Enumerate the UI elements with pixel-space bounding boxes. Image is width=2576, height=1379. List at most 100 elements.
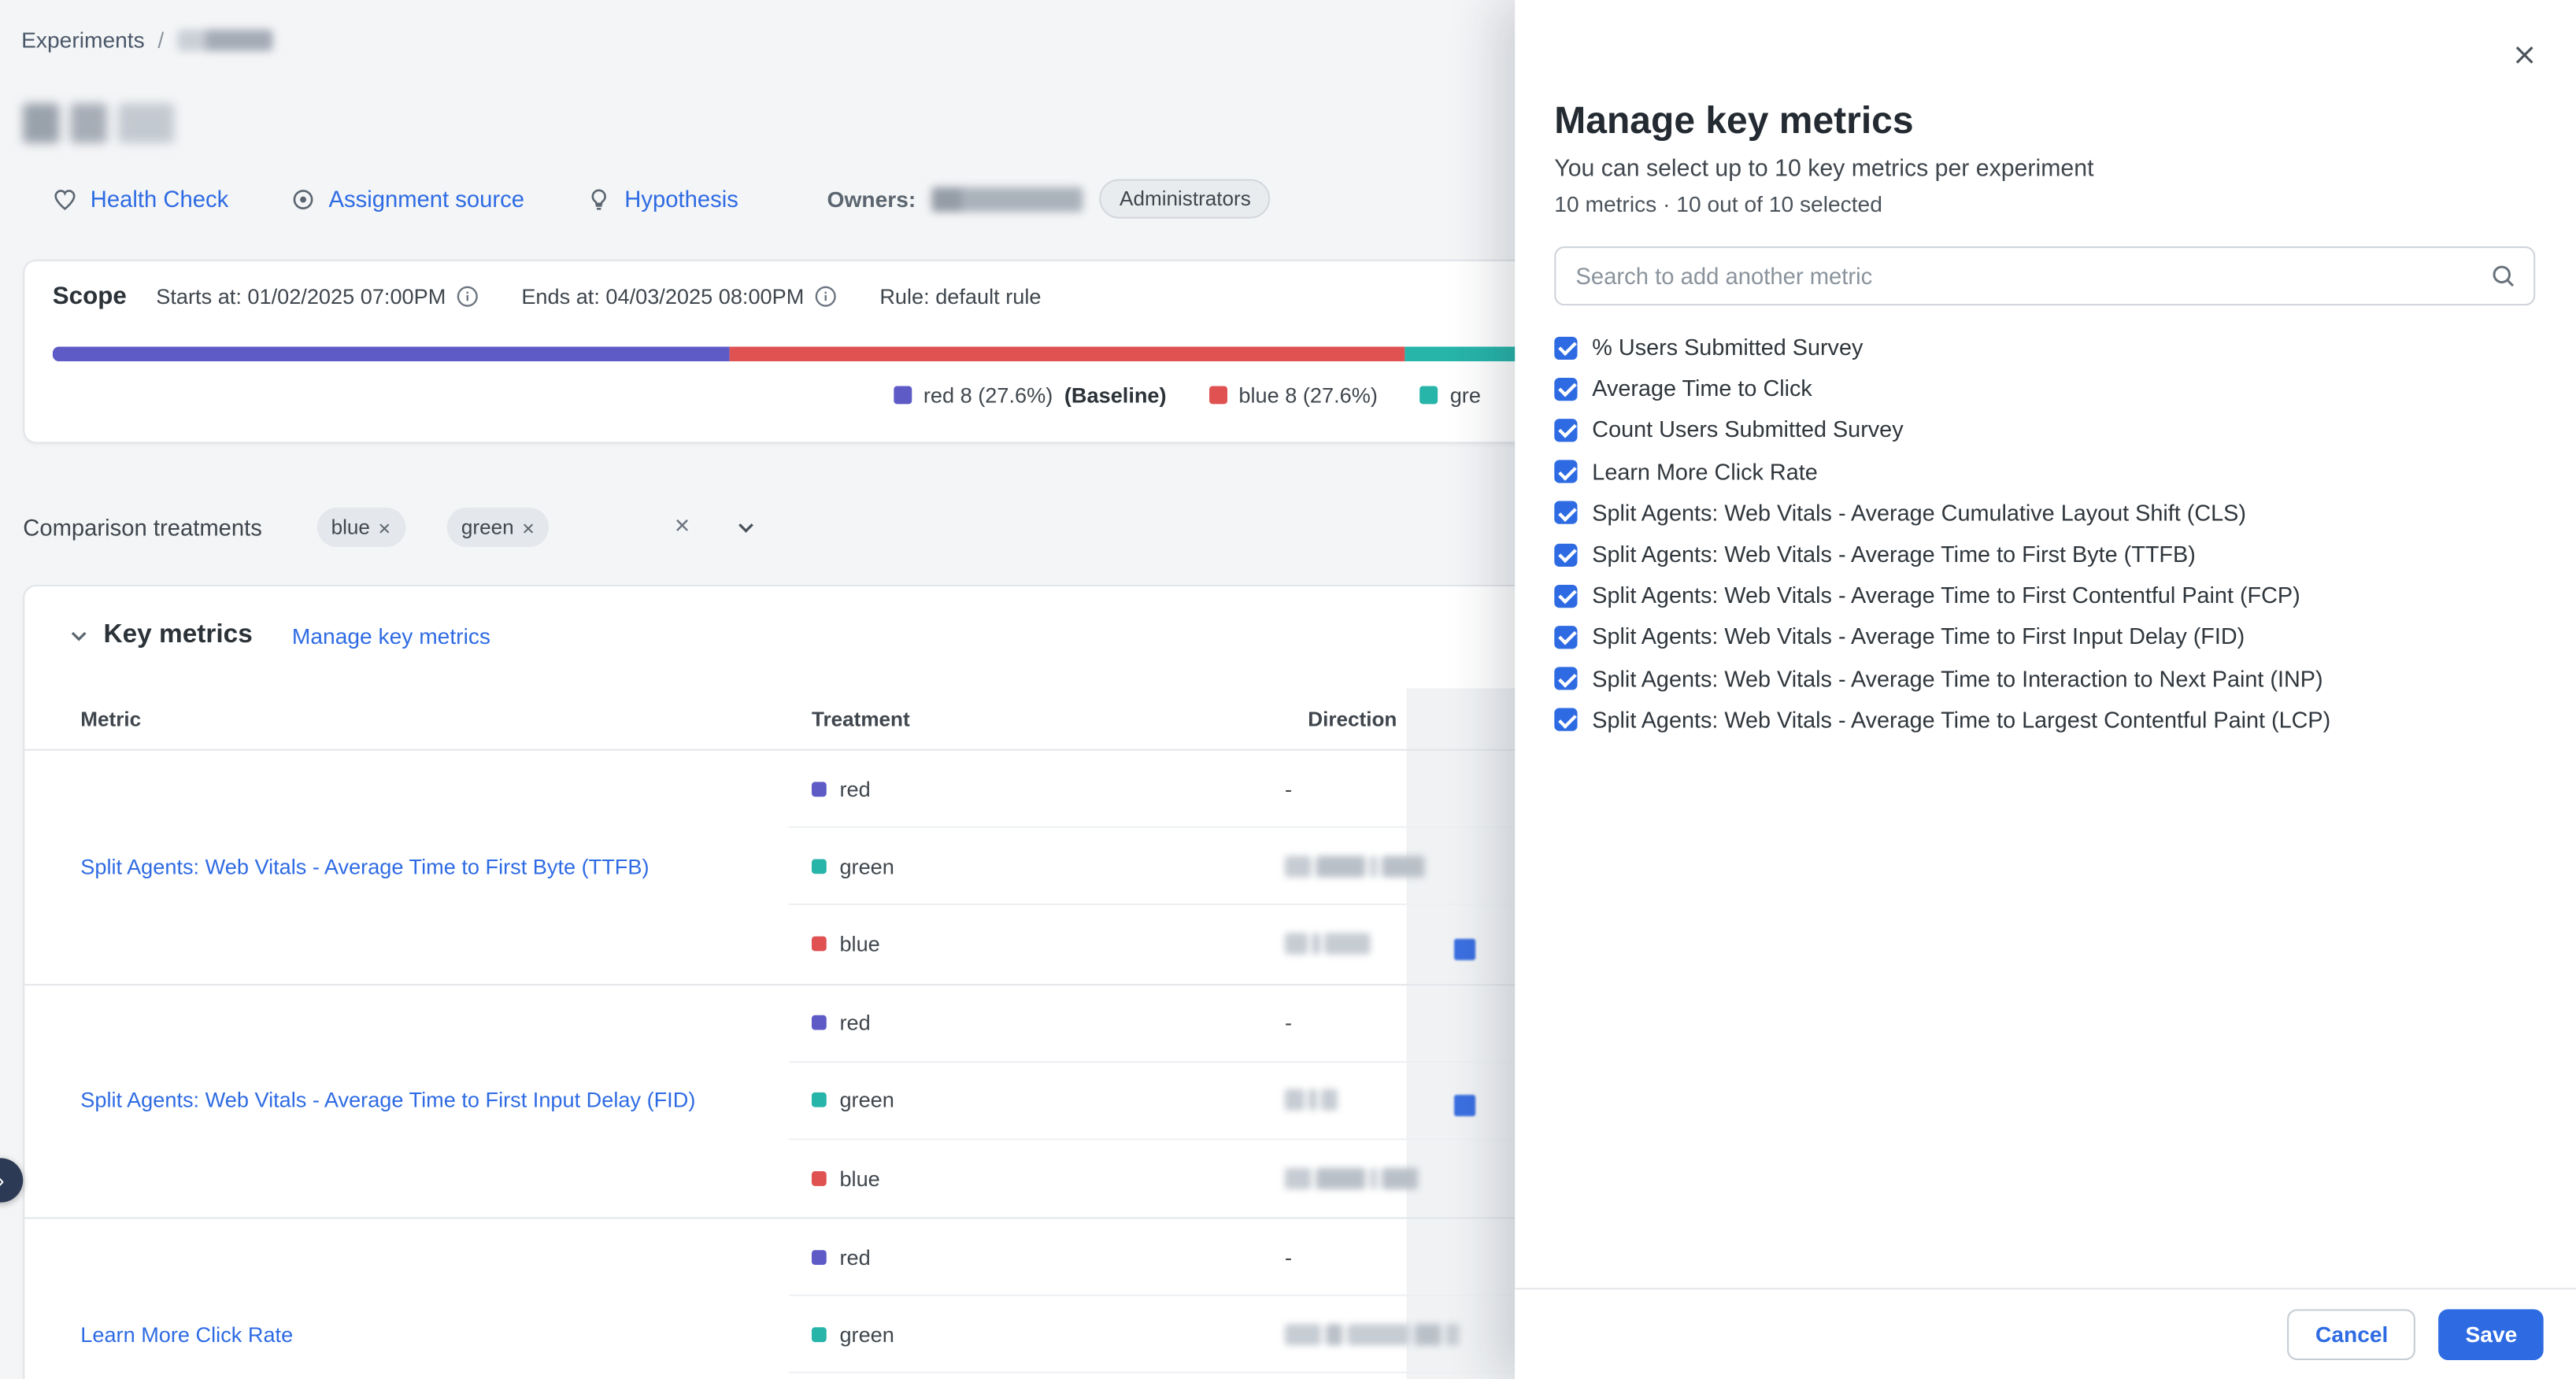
metric-label: % Users Submitted Survey [1592,335,1863,360]
metric-checkbox-item[interactable]: Split Agents: Web Vitals - Average Time … [1554,658,2535,700]
legend-swatch [1209,386,1227,404]
treatment-cell: blue [789,1166,1262,1191]
treatment-bar-segment-red [53,346,730,361]
redacted-block [1313,934,1319,955]
panel-selected-count: 10 metrics · 10 out of 10 selected [1554,192,1882,216]
metric-checkbox-item[interactable]: Split Agents: Web Vitals - Average Cumul… [1554,493,2535,534]
assignment-source-label: Assignment source [328,186,524,212]
metric-checkbox-item[interactable]: Split Agents: Web Vitals - Average Time … [1554,575,2535,617]
checkbox-checked-icon[interactable] [1554,378,1577,401]
collapse-chevron-icon[interactable] [68,624,91,647]
close-icon[interactable] [2509,39,2541,71]
clear-selection-icon[interactable]: × [675,514,690,540]
breadcrumb-experiments-link[interactable]: Experiments [21,28,145,52]
metric-link[interactable]: Split Agents: Web Vitals - Average Time … [80,1086,695,1115]
treatment-name: blue [839,932,879,956]
target-icon [291,187,315,211]
experiment-nav: Health Check Assignment source Hypothesi… [53,177,1271,220]
checkbox-checked-icon[interactable] [1554,626,1577,649]
metric-checkbox-item[interactable]: Split Agents: Web Vitals - Average Time … [1554,616,2535,658]
legend-swatch [1420,386,1438,404]
redacted-value [1285,855,1424,878]
owners-section: Owners: Administrators [827,179,1271,218]
checkbox-checked-icon[interactable] [1554,419,1577,442]
metric-checkbox-item[interactable]: Split Agents: Web Vitals - Average Time … [1554,534,2535,575]
breadcrumb-separator: / [157,28,164,52]
redacted-block [1446,1324,1460,1345]
metric-label: Split Agents: Web Vitals - Average Time … [1592,583,2300,608]
metric-label: Split Agents: Web Vitals - Average Time … [1592,625,2245,649]
hypothesis-link[interactable]: Hypothesis [587,186,738,212]
redacted-value [1285,1089,1338,1111]
chip-remove-icon[interactable]: × [378,516,390,538]
checkbox-checked-icon[interactable] [1554,584,1577,607]
assignment-source-link[interactable]: Assignment source [291,186,524,212]
metric-checkbox-item[interactable]: Count Users Submitted Survey [1554,409,2535,451]
metric-checkbox-item[interactable]: Average Time to Click [1554,368,2535,410]
treatment-cell: green [789,1322,1262,1347]
panel-subtitle: You can select up to 10 key metrics per … [1554,156,2093,182]
treatment-chip-blue[interactable]: blue× [316,508,405,547]
treatment-cell: green [789,1088,1262,1112]
metric-label: Split Agents: Web Vitals - Average Time … [1592,666,2322,690]
metric-cell: Split Agents: Web Vitals - Average Time … [24,751,788,983]
redacted-page-title [23,103,174,142]
metric-cell: Split Agents: Web Vitals - Average Time … [24,985,788,1217]
redacted-block [118,103,174,142]
metric-checkbox-item[interactable]: Split Agents: Web Vitals - Average Time … [1554,699,2535,741]
redacted-value [1285,1323,1459,1346]
metric-search-box [1554,246,2535,305]
scope-title: Scope [53,283,127,310]
treatment-name: red [839,1244,870,1269]
treatment-name: green [839,1322,894,1347]
treatment-cell: red [789,776,1262,800]
health-check-link[interactable]: Health Check [53,186,228,212]
treatment-color-dot [812,1092,827,1107]
lightbulb-icon [587,187,611,211]
info-icon[interactable] [816,286,837,307]
legend-item: blue 8 (27.6%) [1209,383,1378,407]
metric-label: Average Time to Click [1592,377,1812,401]
treatment-color-dot [812,937,827,952]
legend-label: blue 8 (27.6%) [1238,383,1377,407]
redacted-owner-name [932,187,1083,211]
redacted-block [1382,856,1424,877]
redacted-block [1382,1168,1418,1189]
hypothesis-label: Hypothesis [624,186,738,212]
redacted-block [1285,1324,1321,1345]
treatment-color-dot [812,859,827,874]
metric-checkbox-item[interactable]: % Users Submitted Survey [1554,327,2535,368]
checkbox-checked-icon[interactable] [1554,543,1577,566]
metric-search-input[interactable] [1554,246,2535,305]
comparison-chips: blue× green× [300,508,550,547]
chip-remove-icon[interactable]: × [522,516,535,538]
checkbox-checked-icon[interactable] [1554,460,1577,483]
checkbox-checked-icon[interactable] [1554,708,1577,731]
metric-link[interactable]: Split Agents: Web Vitals - Average Time … [80,852,649,882]
metric-label: Split Agents: Web Vitals - Average Cumul… [1592,501,2246,525]
redacted-value [1285,1167,1418,1190]
legend-label: red 8 (27.6%) [923,383,1053,407]
comparison-treatments-select[interactable]: blue× green× × [300,499,776,555]
metric-checkbox-item[interactable]: Learn More Click Rate [1554,451,2535,493]
save-button[interactable]: Save [2439,1309,2544,1360]
redacted-block [1347,1324,1409,1345]
checkbox-checked-icon[interactable] [1554,336,1577,359]
treatment-chip-green[interactable]: green× [446,508,550,547]
checkbox-checked-icon[interactable] [1554,501,1577,524]
metric-label: Learn More Click Rate [1592,460,1817,484]
manage-key-metrics-link[interactable]: Manage key metrics [292,623,490,648]
cancel-button[interactable]: Cancel [2287,1309,2415,1360]
redacted-block [1371,1168,1377,1189]
direction-value: - [1285,1244,1292,1269]
info-icon[interactable] [457,286,479,307]
chevron-down-icon[interactable] [734,516,757,538]
checkbox-checked-icon[interactable] [1554,667,1577,690]
redacted-block [1316,1168,1366,1189]
panel-footer: Cancel Save [1515,1288,2576,1379]
metric-cell: Learn More Click Rate [24,1219,788,1379]
sidebar-expand-button[interactable]: › [0,1158,23,1202]
redacted-experiment-name [177,30,272,51]
metric-link[interactable]: Learn More Click Rate [80,1321,293,1350]
health-check-label: Health Check [91,186,228,212]
